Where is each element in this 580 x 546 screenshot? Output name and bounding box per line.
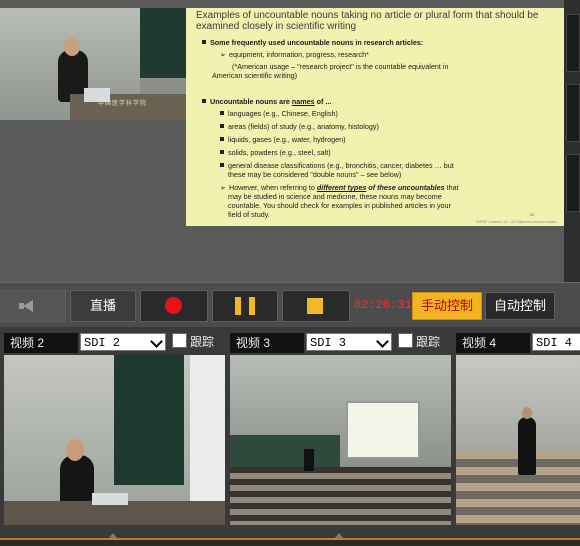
side-tab-3[interactable] <box>566 154 580 212</box>
preview-video[interactable]: 中国医学科学院 <box>0 8 186 120</box>
source-select[interactable]: SDI 4 <box>532 333 580 351</box>
right-side-strip <box>564 0 580 282</box>
slide-item-4: solids, powders (e.g., steel, salt) <box>220 148 331 157</box>
slide-title: Examples of uncountable nouns taking no … <box>196 10 539 32</box>
slide-item-2: areas (fields) of study (e.g., anatomy, … <box>220 122 379 131</box>
manual-control-button[interactable]: 手动控制 <box>412 292 482 320</box>
stop-button[interactable] <box>282 290 350 322</box>
control-bar: 直播 02:20:31 手动控制 自动控制 <box>0 282 580 327</box>
slide-item-1: languages (e.g., Chinese, English) <box>220 109 338 118</box>
preview-laptop <box>84 88 110 102</box>
pause-icon-bar <box>249 297 255 315</box>
record-button[interactable] <box>140 290 208 322</box>
side-tab-1[interactable] <box>566 14 580 72</box>
auto-control-button[interactable]: 自动控制 <box>485 292 555 320</box>
track-checkbox[interactable] <box>172 333 187 348</box>
pause-button[interactable] <box>212 290 278 322</box>
track-label: 跟踪 <box>416 335 441 349</box>
chevron-down-icon <box>376 335 389 348</box>
slide-item-5-cont: these may be considered "double nouns" –… <box>228 170 402 179</box>
video-feed[interactable] <box>456 355 580 525</box>
slide-heading-2: Uncountable nouns are names of ... <box>202 97 331 106</box>
slide-item-3: liquids, gases (e.g., water, hydrogen) <box>220 135 345 144</box>
slide-view: Examples of uncountable nouns taking no … <box>186 8 564 226</box>
chevron-down-icon <box>150 335 163 348</box>
slide-however-4: field of study. <box>228 210 270 219</box>
slide-line-2b: American scientific writing) <box>212 71 298 80</box>
bottom-strip <box>0 538 580 546</box>
top-area: 中国医学科学院 Examples of uncountable nouns ta… <box>0 0 580 282</box>
slide-line-1: ➢ equipment, information, progress, resea… <box>220 50 369 59</box>
bottom-accent-line <box>0 538 580 540</box>
video-feed[interactable] <box>230 355 451 525</box>
slide-however-2: may be studied in science and medicine, … <box>228 192 442 201</box>
video-panels: 视频 2 SDI 2 跟踪 视频 3 SDI 3 跟踪 视频 4 SDI 4 <box>0 327 580 546</box>
preview-speaker-head <box>64 38 80 56</box>
record-icon <box>165 297 182 314</box>
slide-footer: SWSF Lecture 13 - 21 Zabner's lecture no… <box>475 219 556 224</box>
slide-heading-1: Some frequently used uncountable nouns i… <box>202 38 423 47</box>
track-checkbox[interactable] <box>398 333 413 348</box>
source-select[interactable]: SDI 2 <box>80 333 166 351</box>
side-tab-2[interactable] <box>566 84 580 142</box>
stop-icon <box>307 298 323 314</box>
video-label: 视频 3 <box>230 333 304 353</box>
slide-however-3: countable. You should check for examples… <box>228 201 451 210</box>
video-feed[interactable] <box>4 355 225 525</box>
video-label: 视频 2 <box>4 333 78 353</box>
live-button[interactable]: 直播 <box>70 290 136 322</box>
pause-icon <box>235 297 241 315</box>
slide-line-2a: (*American usage – "research project" is… <box>232 62 449 71</box>
source-select[interactable]: SDI 3 <box>306 333 392 351</box>
video-panel-4: 视频 4 SDI 4 <box>452 329 580 531</box>
slide-item-5: general disease classifications (e.g., b… <box>220 161 454 170</box>
slide-page-number: 68 <box>529 212 534 217</box>
record-timer: 02:20:31 <box>354 298 412 312</box>
video-panel-2: 视频 2 SDI 2 跟踪 <box>0 329 228 539</box>
preview-blackboard <box>140 8 186 78</box>
mute-button[interactable] <box>0 290 66 322</box>
speaker-cone-icon <box>23 300 33 312</box>
slide-however-1: ➢ However, when referring to different ty… <box>220 183 459 192</box>
track-label: 跟踪 <box>190 335 215 349</box>
video-panel-3: 视频 3 SDI 3 跟踪 <box>226 329 454 539</box>
video-label: 视频 4 <box>456 333 530 353</box>
